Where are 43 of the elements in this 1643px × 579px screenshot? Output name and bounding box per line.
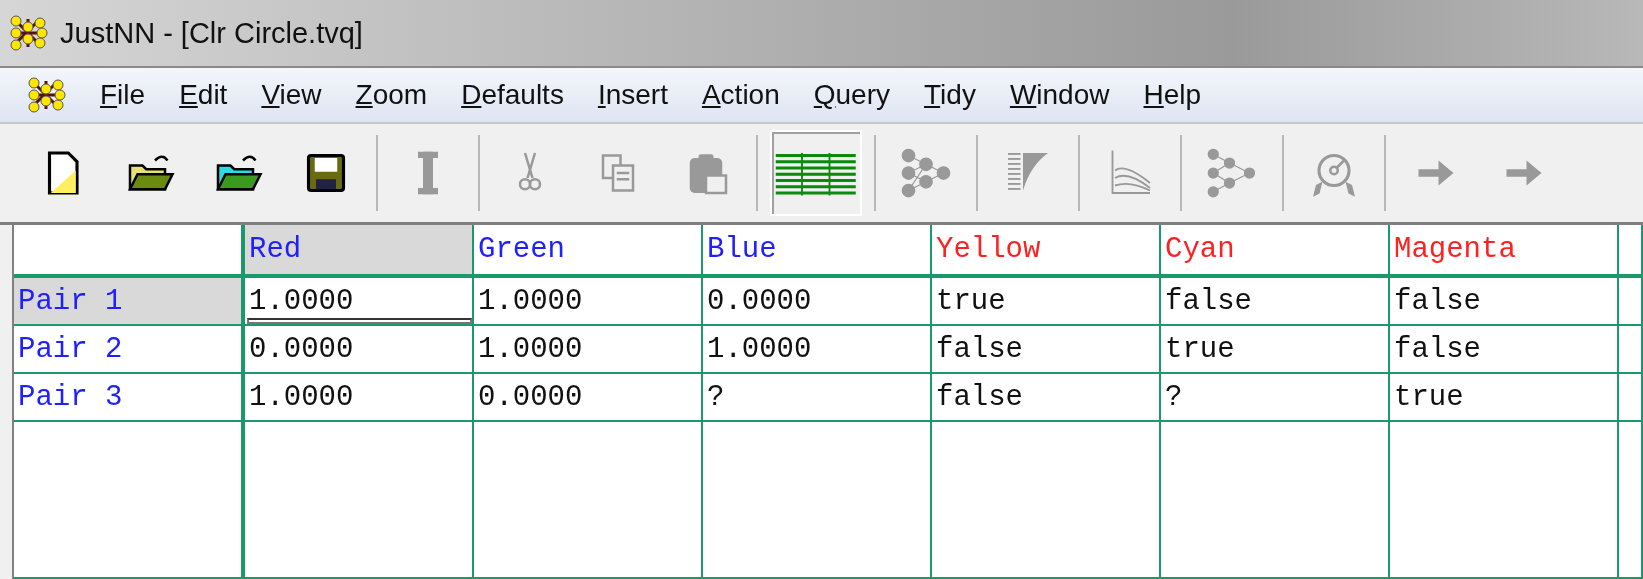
row-header[interactable]: Pair 2	[14, 326, 245, 374]
column-header[interactable]: Red	[245, 225, 474, 278]
table-cell: 1.0000	[245, 278, 474, 326]
menu-item[interactable]: Tidy	[924, 79, 976, 111]
menu-item[interactable]: Query	[813, 79, 890, 111]
network-icon	[1207, 148, 1257, 198]
column-header[interactable]: Yellow	[932, 225, 1161, 278]
menu-item[interactable]: Defaults	[461, 79, 564, 111]
window-title: JustNN - [Clr Circle.tvq]	[60, 16, 363, 50]
menu-item[interactable]: Action	[701, 79, 780, 111]
column-header[interactable]: Green	[474, 225, 703, 278]
network-icon	[901, 148, 951, 198]
app-logo-icon	[8, 13, 48, 53]
column-header[interactable]: Cyan	[1161, 225, 1390, 278]
menu-item[interactable]: Zoom	[355, 79, 428, 111]
table-cell: 1.0000	[245, 374, 474, 422]
row-header[interactable]: Pair 1	[14, 278, 245, 326]
table-cell: 1.0000	[474, 278, 703, 326]
table-cell: ?	[703, 374, 932, 422]
table-cell: 1.0000	[474, 326, 703, 374]
menu-item[interactable]: Help	[1143, 79, 1202, 111]
row-header[interactable]: Pair 3	[14, 374, 245, 422]
menu-item[interactable]: View	[261, 79, 322, 111]
table-cell: 0.0000	[703, 278, 932, 326]
table-cell: false	[1390, 326, 1619, 374]
menu-item[interactable]: Edit	[179, 79, 228, 111]
menu-item[interactable]: File	[100, 79, 146, 111]
table-cell: true	[1161, 326, 1390, 374]
table-cell: ?	[1161, 374, 1390, 422]
menu-item[interactable]: Window	[1009, 79, 1110, 111]
app-logo-icon	[26, 75, 66, 115]
table-cell: false	[1390, 278, 1619, 326]
table-cell: false	[932, 374, 1161, 422]
column-header[interactable]: Magenta	[1390, 225, 1619, 278]
table-cell: true	[932, 278, 1161, 326]
table-cell: true	[1390, 374, 1619, 422]
menu-item[interactable]: Insert	[597, 79, 668, 111]
column-header[interactable]: Blue	[703, 225, 932, 278]
table-cell: false	[932, 326, 1161, 374]
table-cell: 0.0000	[474, 374, 703, 422]
table-cell: 0.0000	[245, 326, 474, 374]
table-cell: false	[1161, 278, 1390, 326]
table-cell: 1.0000	[703, 326, 932, 374]
